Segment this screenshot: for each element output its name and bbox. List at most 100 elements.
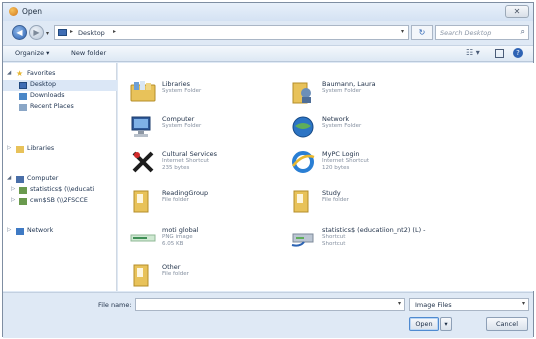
file-name: Baumann, Laura [322, 80, 376, 88]
refresh-button[interactable]: ↻ [411, 25, 433, 40]
sidebar-item-label: cwn$SB (\\2FSCCE [30, 197, 88, 204]
file-type: File folder [162, 197, 189, 203]
file-list: Libraries System Folder Baumann, Laura S… [118, 63, 534, 291]
new-folder-button[interactable]: New folder [71, 49, 106, 57]
recent-places-icon [19, 104, 27, 111]
network-drive-icon [19, 187, 27, 194]
recent-locations-chevron-icon[interactable]: ▾ [46, 30, 49, 37]
preview-pane-icon[interactable] [495, 49, 504, 58]
collapse-icon[interactable]: ◢ [7, 70, 11, 76]
expand-icon[interactable]: ▷ [7, 227, 11, 233]
breadcrumb-chevron-icon[interactable]: ▸ [113, 28, 116, 35]
downloads-icon [19, 93, 27, 100]
file-name: ReadingGroup [162, 189, 209, 197]
image-icon [130, 234, 156, 242]
file-type-select[interactable]: Image Files ▾ [409, 298, 529, 311]
file-item-mypc-login[interactable]: MyPC Login Internet Shortcut 120 bytes [290, 147, 480, 181]
file-name-dropdown-chevron-icon[interactable]: ▾ [398, 300, 401, 307]
file-item-network[interactable]: Network System Folder [290, 112, 480, 146]
breadcrumb-desktop[interactable]: Desktop [78, 29, 105, 37]
expand-icon[interactable]: ▷ [11, 197, 15, 203]
sidebar-item-downloads[interactable]: Downloads [3, 91, 117, 102]
title-bar: Open ✕ [3, 3, 533, 21]
file-type-value: Image Files [415, 301, 452, 309]
sidebar-item-drive-statistics[interactable]: ▷ statistics$ (\\educati [3, 185, 117, 196]
open-options-button[interactable]: ▾ [440, 317, 452, 331]
file-name: Computer [162, 115, 195, 123]
file-name: Libraries [162, 80, 191, 88]
back-button[interactable]: ◀ [12, 25, 27, 40]
navigation-pane: ◢ ★ Favorites Desktop Downloads Recent P… [3, 63, 117, 291]
file-item-other[interactable]: Other File folder [130, 260, 320, 294]
network-icon [292, 116, 314, 138]
file-name: Other [162, 263, 181, 271]
file-type: Internet Shortcut [322, 158, 370, 164]
file-type: File folder [322, 197, 349, 203]
sidebar-item-label: Computer [27, 175, 59, 182]
dialog-footer: File name: ▾ Image Files ▾ Open ▾ Cancel [3, 292, 533, 338]
organize-button[interactable]: Organize ▾ [15, 49, 49, 57]
file-name: statistics$ (educatiion_nt2) (L) - [322, 226, 426, 234]
file-name: Cultural Services [162, 150, 218, 158]
change-view-icon[interactable]: ☷ ▾ [466, 48, 480, 57]
search-input[interactable]: Search Desktop ⌕ [435, 25, 529, 40]
ie-icon [292, 151, 315, 173]
shortcut-icon [132, 151, 154, 173]
computer-icon [131, 116, 151, 137]
desktop-icon [58, 29, 67, 36]
file-type-detail: Shortcut [322, 241, 346, 247]
file-type: System Folder [322, 123, 362, 129]
sidebar-item-label: Recent Places [30, 103, 74, 110]
file-type: System Folder [162, 88, 202, 94]
file-size: 235 bytes [162, 165, 190, 171]
expand-icon[interactable]: ▷ [11, 186, 15, 192]
user-folder-icon [292, 82, 311, 104]
network-icon [16, 228, 24, 235]
search-icon[interactable]: ⌕ [521, 27, 525, 37]
close-button[interactable]: ✕ [505, 5, 529, 18]
drive-shortcut-icon [291, 233, 314, 247]
sidebar-item-drive-cwn[interactable]: ▷ cwn$SB (\\2FSCCE [3, 196, 117, 207]
sidebar-item-computer[interactable]: ◢ Computer [3, 174, 117, 185]
sidebar-item-label: Network [27, 227, 54, 234]
file-name: Network [322, 115, 350, 123]
file-item-study[interactable]: Study File folder [290, 186, 480, 220]
sidebar-item-label: Favorites [27, 70, 56, 77]
file-type: Internet Shortcut [162, 158, 210, 164]
file-name: Study [322, 189, 341, 197]
file-name-input[interactable]: ▾ [135, 298, 405, 311]
folder-icon [293, 190, 309, 213]
sidebar-item-recent-places[interactable]: Recent Places [3, 102, 117, 113]
command-bar: Organize ▾ New folder ☷ ▾ ? [3, 45, 533, 62]
chevron-down-icon[interactable]: ▾ [522, 300, 525, 307]
forward-button[interactable]: ▶ [29, 25, 44, 40]
network-drive-icon [19, 198, 27, 205]
folder-icon [133, 190, 149, 213]
cancel-button[interactable]: Cancel [486, 317, 528, 331]
libraries-icon [130, 81, 156, 102]
sidebar-item-libraries[interactable]: ▷ Libraries [3, 144, 117, 155]
sidebar-item-label: Libraries [27, 145, 55, 152]
sidebar-item-favorites[interactable]: ◢ ★ Favorites [3, 69, 117, 80]
help-icon[interactable]: ? [513, 48, 523, 58]
address-field[interactable]: ▸ Desktop ▸ ▾ [54, 25, 409, 40]
sidebar-item-network[interactable]: ▷ Network [3, 226, 117, 237]
breadcrumb-chevron-icon[interactable]: ▸ [70, 28, 73, 35]
file-item-statistics-shortcut[interactable]: statistics$ (educatiion_nt2) (L) - Short… [290, 223, 520, 257]
open-button[interactable]: Open [409, 317, 439, 331]
folder-icon [133, 264, 149, 287]
star-icon: ★ [16, 69, 24, 78]
search-placeholder: Search Desktop [440, 29, 492, 37]
sidebar-item-label: Desktop [30, 81, 56, 88]
file-type: System Folder [162, 123, 202, 129]
sidebar-item-label: statistics$ (\\educati [30, 186, 95, 193]
address-bar: ◀ ▶ ▾ ▸ Desktop ▸ ▾ ↻ Search Desktop ⌕ [3, 23, 533, 43]
file-size: 120 bytes [322, 165, 350, 171]
file-item-user-folder[interactable]: Baumann, Laura System Folder [290, 77, 480, 111]
file-type: Shortcut [322, 234, 346, 240]
sidebar-item-desktop[interactable]: Desktop [3, 80, 117, 91]
expand-icon[interactable]: ▷ [7, 145, 11, 151]
address-dropdown-chevron-icon[interactable]: ▾ [401, 28, 404, 35]
sidebar-item-label: Downloads [30, 92, 65, 99]
collapse-icon[interactable]: ◢ [7, 175, 11, 181]
